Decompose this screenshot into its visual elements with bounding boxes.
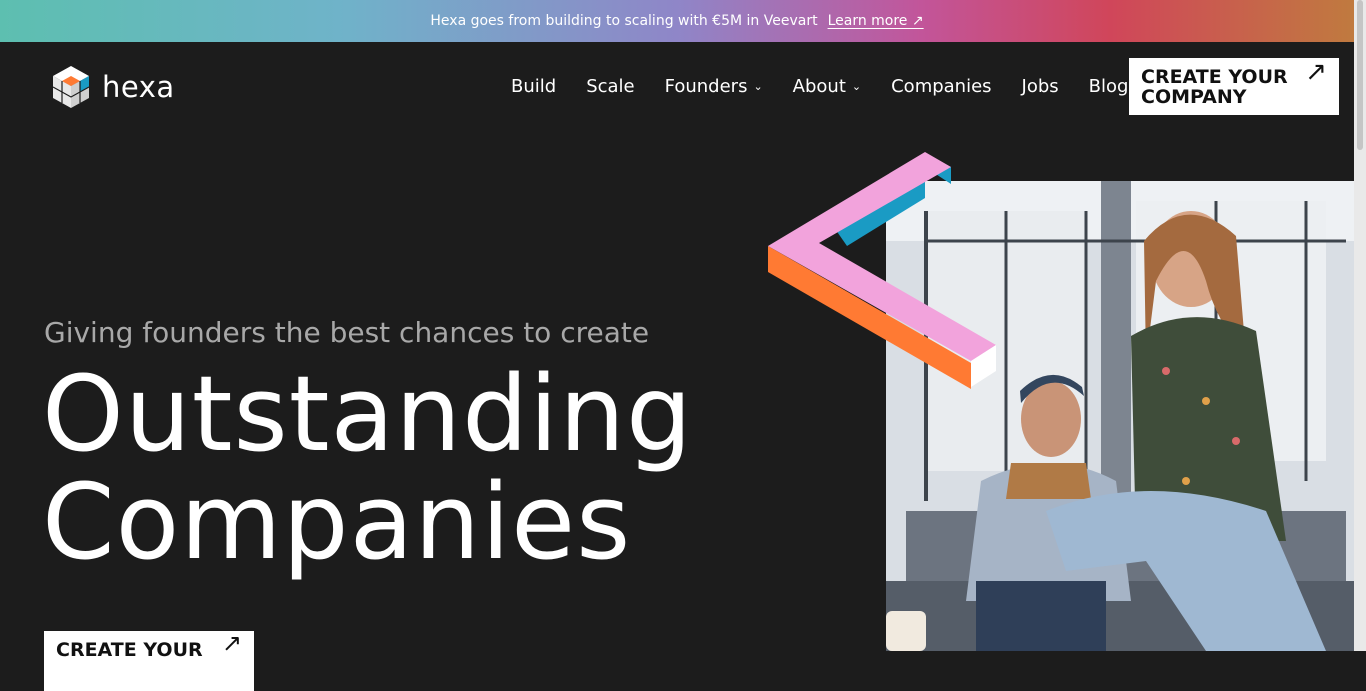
chevron-down-icon: ⌄ [851, 80, 862, 93]
nav-item-build[interactable]: Build [511, 76, 556, 97]
arrow-up-right-icon: ↗ [221, 629, 242, 657]
hero-headline: Outstanding Companies [42, 360, 693, 576]
headline-line1: Outstanding [42, 353, 693, 475]
cta-label-line2: COMPANY [1141, 86, 1247, 108]
banner-text: Hexa goes from building to scaling with … [430, 13, 818, 29]
nav-item-companies[interactable]: Companies [891, 76, 991, 97]
scrollbar-thumb[interactable] [1357, 0, 1363, 150]
nav-label: Blog [1088, 76, 1129, 97]
cube-logo-icon [52, 66, 90, 108]
chevron-down-icon: ⌄ [753, 80, 763, 93]
logo-text: hexa [102, 70, 175, 104]
main-nav: Build Scale Founders ⌄ About ⌄ Companies J… [511, 76, 1128, 97]
nav-label: About [792, 76, 846, 97]
scrollbar[interactable] [1354, 0, 1366, 651]
hero-create-company-button[interactable]: CREATE YOUR ↗ [44, 631, 254, 691]
banner-learn-more-link[interactable]: Learn more ↗ [828, 13, 924, 29]
nav-label: Build [511, 76, 557, 97]
hero-subtitle: Giving founders the best chances to crea… [44, 316, 650, 349]
brand-chevron-shape [768, 152, 996, 389]
logo[interactable]: hexa [50, 64, 175, 110]
arrow-up-right-icon: ↗ [1305, 57, 1327, 87]
announcement-banner: Hexa goes from building to scaling with … [0, 0, 1354, 42]
nav-item-blog[interactable]: Blog [1089, 76, 1129, 97]
nav-label: Companies [891, 76, 992, 97]
headline-line2: Companies [42, 461, 632, 583]
nav-label: Founders [664, 76, 748, 97]
cta-label-line1: CREATE YOUR [56, 639, 203, 661]
nav-item-jobs[interactable]: Jobs [1022, 76, 1059, 97]
nav-label: Scale [586, 76, 635, 97]
create-company-button[interactable]: CREATE YOUR COMPANY ↗ [1129, 58, 1339, 115]
nav-item-scale[interactable]: Scale [586, 76, 634, 97]
cta-label-line1: CREATE YOUR [1141, 66, 1288, 88]
nav-item-founders[interactable]: Founders ⌄ [665, 76, 763, 97]
nav-item-about[interactable]: About ⌄ [793, 76, 861, 97]
nav-label: Jobs [1021, 76, 1059, 97]
